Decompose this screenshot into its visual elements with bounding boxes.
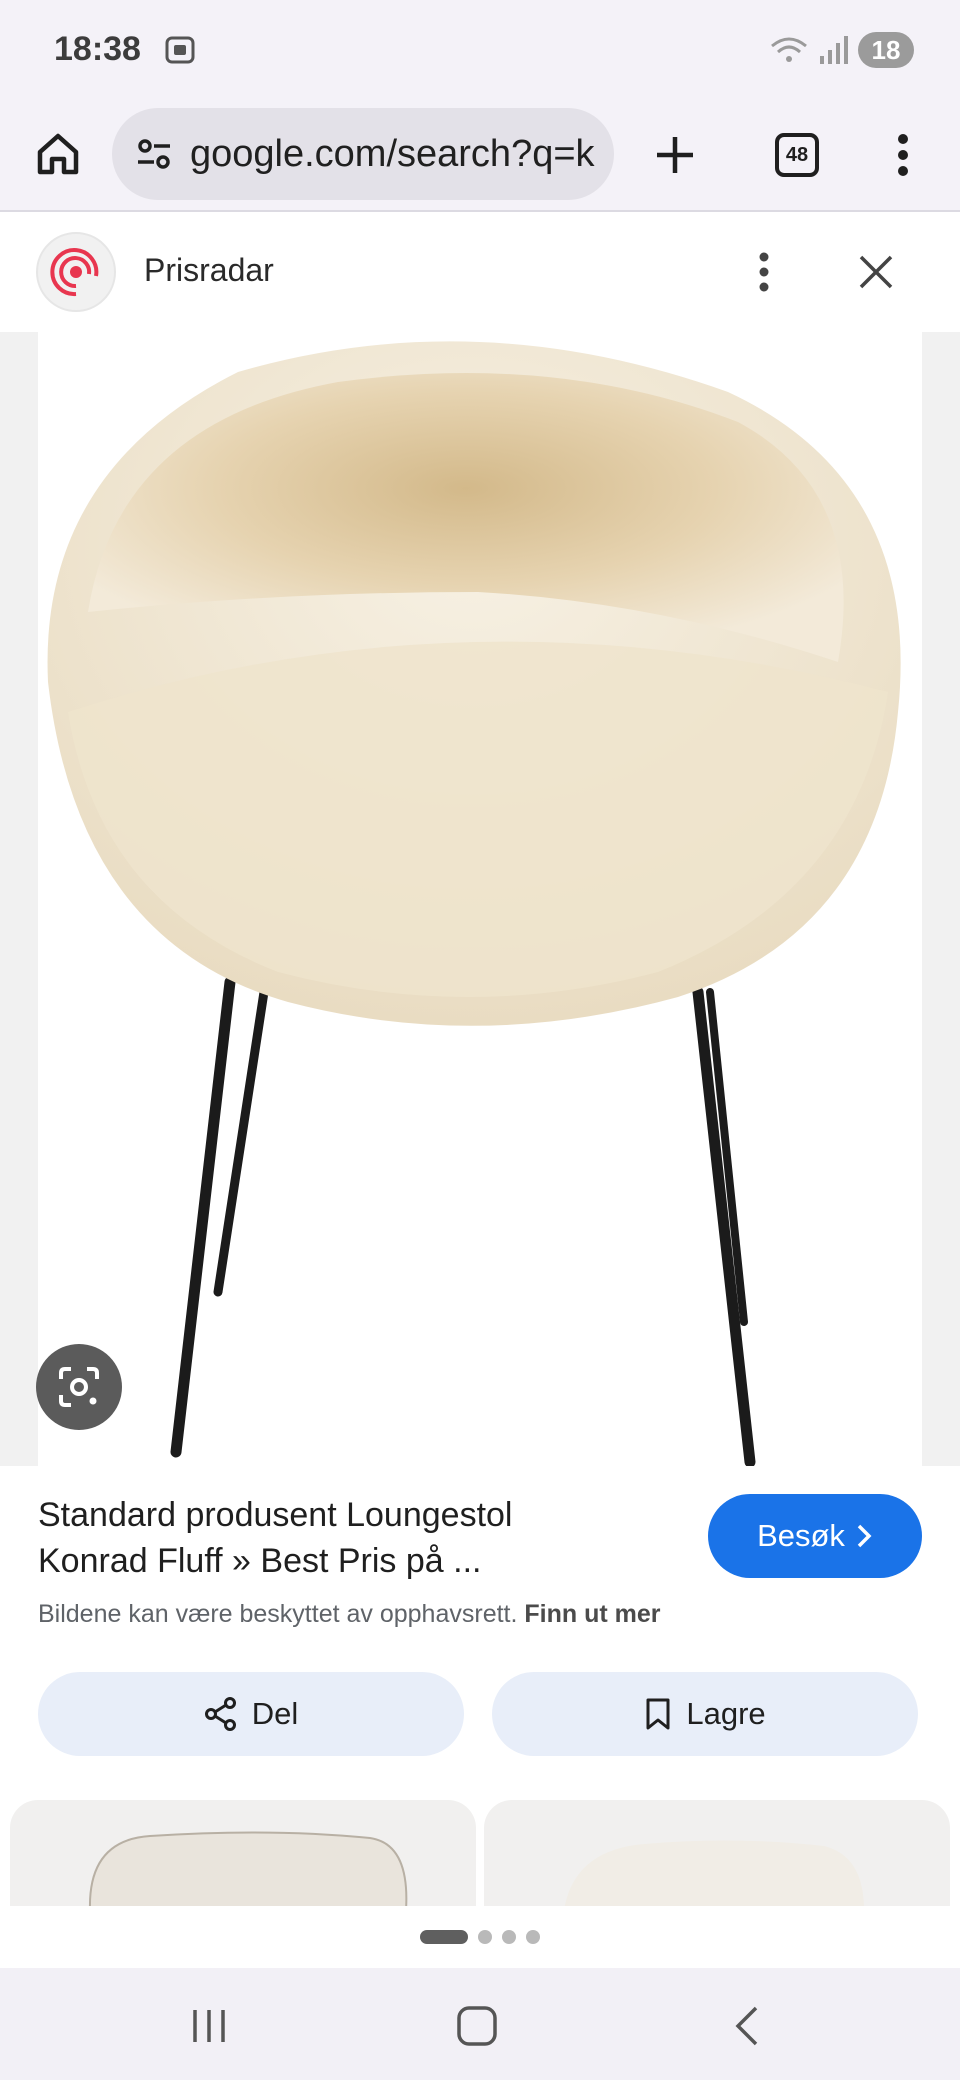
result-title[interactable]: Standard produsent Loungestol Konrad Flu…: [38, 1492, 658, 1584]
panel-menu-button[interactable]: [734, 242, 794, 302]
learn-more-link[interactable]: Finn ut mer: [524, 1600, 660, 1628]
signal-icon: [820, 36, 848, 64]
screenshot-icon: [165, 36, 195, 64]
plus-icon: [657, 137, 693, 173]
status-time: 18:38: [54, 30, 141, 68]
result-title-line-1: Standard produsent Loungestol: [38, 1496, 513, 1534]
panel-close-button[interactable]: [846, 242, 906, 302]
save-button[interactable]: Lagre: [492, 1672, 918, 1756]
home-square-icon: [457, 2006, 497, 2046]
tab-count: 48: [775, 133, 819, 177]
status-bar: 18:38 18: [0, 0, 960, 100]
new-tab-button[interactable]: [644, 124, 706, 186]
save-label: Lagre: [686, 1696, 766, 1731]
pager-dot: [478, 1930, 492, 1944]
url-bar[interactable]: google.com/search?q=k: [112, 108, 614, 202]
app-name: Prisradar: [144, 252, 274, 288]
close-icon: [859, 255, 893, 289]
pager-dot: [526, 1930, 540, 1944]
battery-icon: 18: [858, 32, 914, 68]
tab-switcher-button[interactable]: 48: [766, 124, 828, 186]
more-vert-icon: [759, 252, 769, 292]
browser-toolbar: google.com/search?q=k 48: [0, 100, 960, 212]
system-nav-bar: [0, 1968, 960, 2080]
back-icon: [735, 2006, 758, 2046]
site-settings-icon[interactable]: [134, 134, 174, 174]
copyright-notice: Bildene kan være beskyttet av opphavsret…: [38, 1600, 661, 1629]
lens-icon: [59, 1367, 99, 1407]
related-result-card[interactable]: [484, 1800, 950, 1910]
more-vert-icon: [898, 134, 908, 176]
bookmark-icon: [646, 1698, 670, 1730]
lens-search-button[interactable]: [36, 1344, 122, 1430]
browser-menu-button[interactable]: [872, 124, 934, 186]
status-icons: 18: [770, 30, 914, 70]
chevron-right-icon: [857, 1524, 872, 1548]
prisradar-logo: [36, 232, 116, 312]
home-icon: [37, 133, 79, 175]
url-text[interactable]: google.com/search?q=k: [190, 133, 610, 176]
panel-header: Prisradar: [0, 214, 960, 332]
image-viewer: [0, 332, 960, 1466]
visit-button[interactable]: Besøk: [708, 1494, 922, 1578]
back-button[interactable]: [712, 1996, 782, 2056]
wifi-icon: [771, 37, 807, 62]
share-icon: [204, 1697, 236, 1731]
related-result-card[interactable]: [10, 1800, 476, 1910]
share-button[interactable]: Del: [38, 1672, 464, 1756]
share-label: Del: [251, 1696, 299, 1731]
system-home-button[interactable]: [442, 1996, 512, 2056]
recents-button[interactable]: [174, 1996, 244, 2056]
pager-dot: [502, 1930, 516, 1944]
pager-dot-active: [420, 1930, 468, 1944]
result-title-line-2: Konrad Fluff » Best Pris på ...: [38, 1542, 482, 1580]
recents-icon: [193, 2010, 225, 2042]
carousel-pager: [0, 1906, 960, 1968]
product-image[interactable]: [38, 332, 922, 1466]
home-button[interactable]: [28, 124, 88, 184]
visit-button-label: Besøk: [757, 1518, 845, 1553]
copyright-text: Bildene kan være beskyttet av opphavsret…: [38, 1600, 518, 1628]
